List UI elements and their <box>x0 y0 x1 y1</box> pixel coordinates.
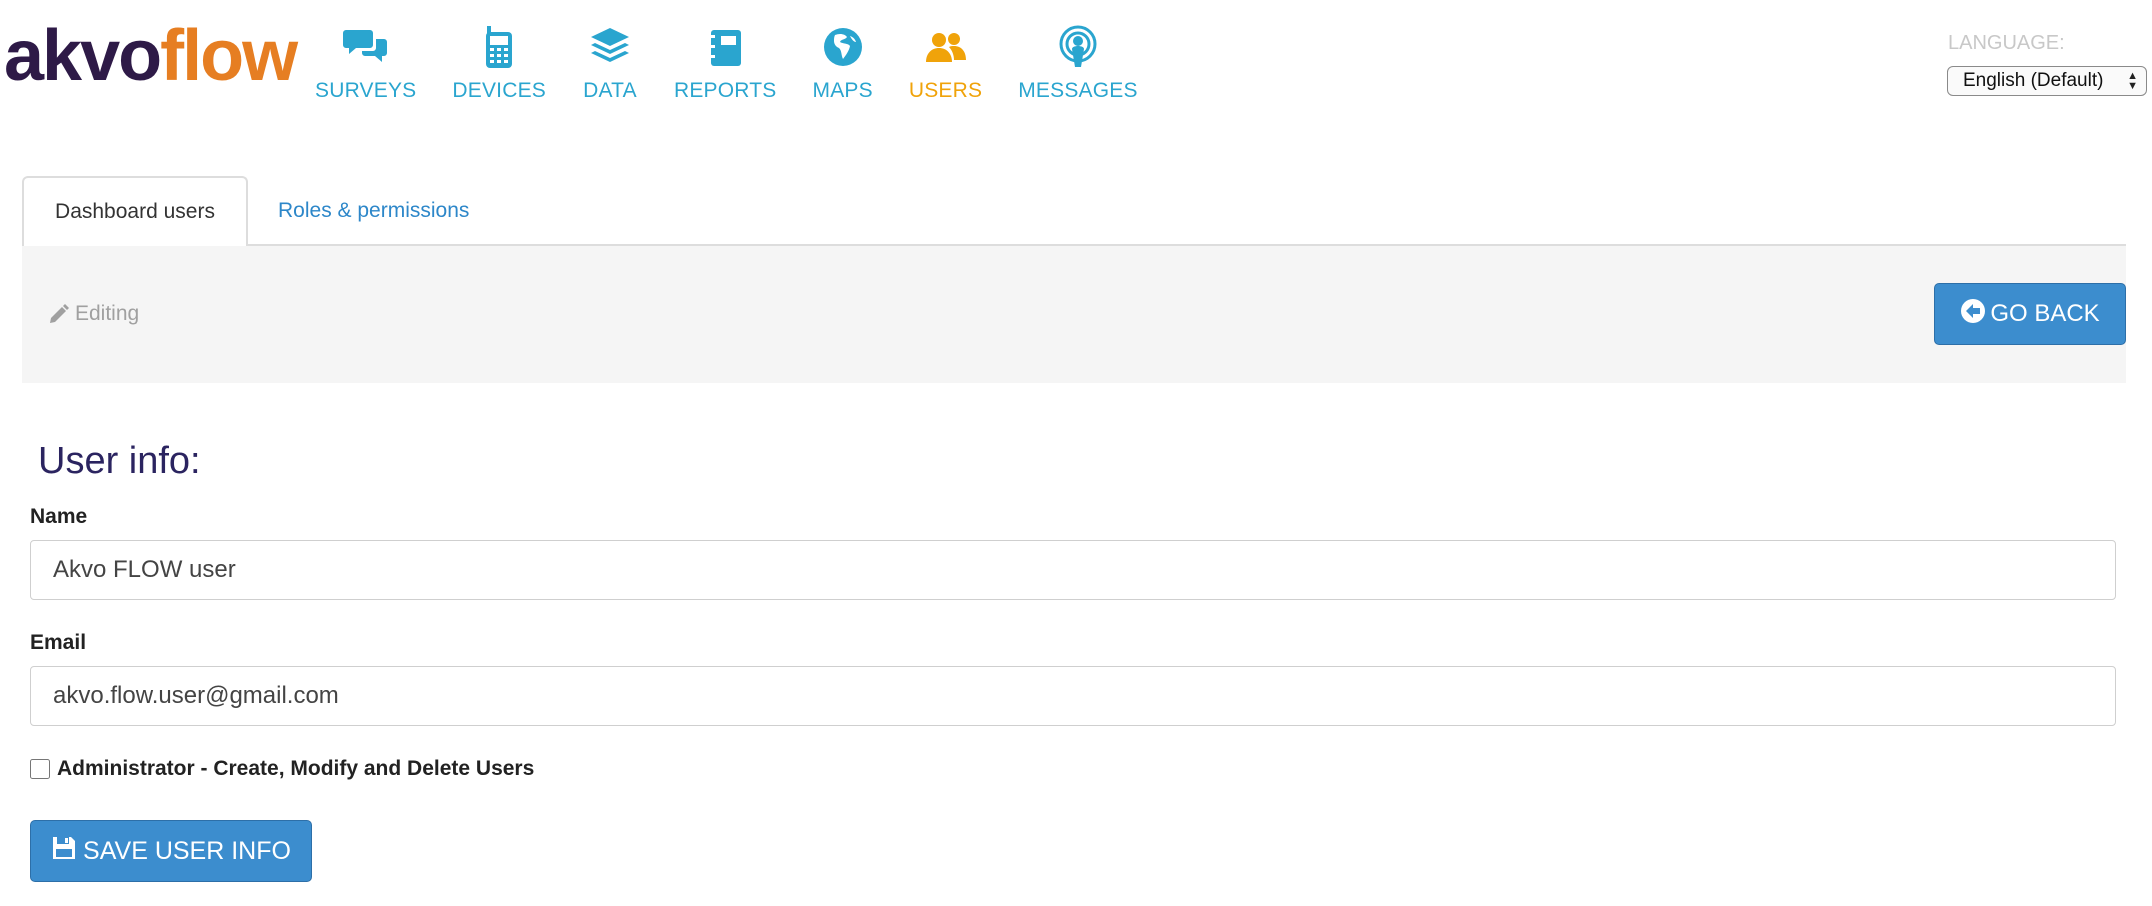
email-label: Email <box>30 631 87 654</box>
devices-icon <box>471 22 527 72</box>
administrator-checkbox[interactable] <box>30 759 50 779</box>
reports-icon <box>697 22 753 72</box>
editing-indicator: Editing <box>48 302 139 326</box>
nav-item-messages[interactable]: MESSAGES <box>1018 22 1137 103</box>
save-user-info-button[interactable]: SAVE USER INFO <box>30 820 312 882</box>
floppy-disk-icon <box>53 837 76 859</box>
surveys-icon <box>338 22 394 72</box>
nav-item-reports[interactable]: REPORTS <box>674 22 777 103</box>
nav-item-devices[interactable]: DEVICES <box>452 22 546 103</box>
language-selected-value: English (Default) <box>1963 70 2104 91</box>
maps-icon <box>815 22 871 72</box>
administrator-checkbox-row[interactable]: Administrator - Create, Modify and Delet… <box>30 757 534 781</box>
select-arrows-icon: ▲ ▼ <box>2127 70 2138 92</box>
nav-label-reports: REPORTS <box>673 79 777 102</box>
pencil-icon <box>50 304 69 323</box>
logo-flow-text: flow <box>160 16 298 96</box>
tab-dashboard-users[interactable]: Dashboard users <box>22 176 248 248</box>
nav-label-surveys: SURVEYS <box>315 79 417 102</box>
name-field[interactable] <box>30 540 2116 600</box>
administrator-label: Administrator - Create, Modify and Delet… <box>57 757 535 780</box>
user-info-title: User info: <box>38 440 201 482</box>
nav-label-devices: DEVICES <box>452 79 546 102</box>
messages-icon <box>1050 22 1106 72</box>
go-back-button[interactable]: GO BACK <box>1934 283 2126 345</box>
editing-label: Editing <box>75 302 140 325</box>
save-user-info-label: SAVE USER INFO <box>83 836 291 865</box>
nav-label-data: DATA <box>583 79 637 102</box>
name-label: Name <box>30 505 88 528</box>
editing-toolbar: Editing GO BACK <box>22 246 2126 383</box>
language-label: LANGUAGE: <box>1948 32 2065 54</box>
data-icon <box>582 22 638 72</box>
users-icon <box>918 22 974 72</box>
nav-label-messages: MESSAGES <box>1018 79 1138 102</box>
nav-item-maps[interactable]: MAPS <box>813 22 873 103</box>
nav-label-users: USERS <box>908 79 983 102</box>
email-field[interactable] <box>30 666 2116 726</box>
akvoflow-logo[interactable]: akvoflow <box>4 20 298 92</box>
nav-label-maps: MAPS <box>812 79 873 102</box>
user-tabs: Dashboard users Roles & permissions <box>22 176 2126 248</box>
main-nav: SURVEYS DEVICES DATA REPORTS MAPS USERS <box>315 22 1174 103</box>
language-select[interactable]: English (Default) ▲ ▼ <box>1947 66 2147 96</box>
nav-item-surveys[interactable]: SURVEYS <box>315 22 416 103</box>
arrow-circle-left-icon <box>1961 299 1986 323</box>
nav-item-data[interactable]: DATA <box>582 22 638 103</box>
logo-akvo-text: akvo <box>4 16 162 96</box>
go-back-label: GO BACK <box>1990 300 2100 327</box>
tab-roles-permissions[interactable]: Roles & permissions <box>278 176 469 246</box>
nav-item-users[interactable]: USERS <box>909 22 982 103</box>
